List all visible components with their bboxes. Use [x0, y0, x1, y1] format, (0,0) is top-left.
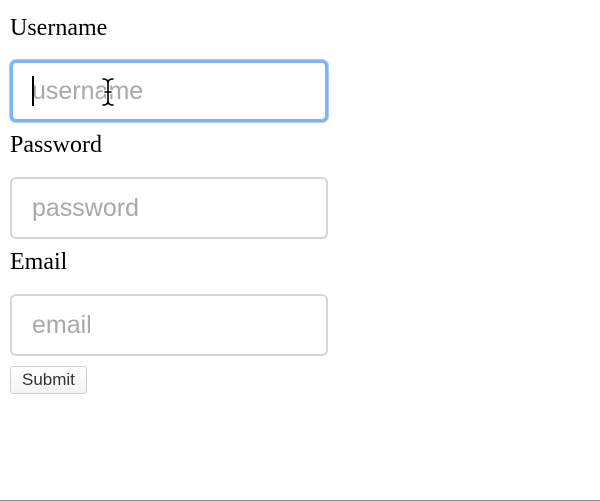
- login-form-page: Username Password Email Submit: [0, 0, 600, 501]
- submit-button[interactable]: Submit: [10, 366, 87, 394]
- email-input[interactable]: [10, 294, 328, 356]
- password-input[interactable]: [10, 177, 328, 239]
- username-input[interactable]: [10, 60, 328, 122]
- email-label: Email: [10, 249, 68, 275]
- password-label: Password: [10, 132, 103, 158]
- username-label: Username: [10, 15, 108, 41]
